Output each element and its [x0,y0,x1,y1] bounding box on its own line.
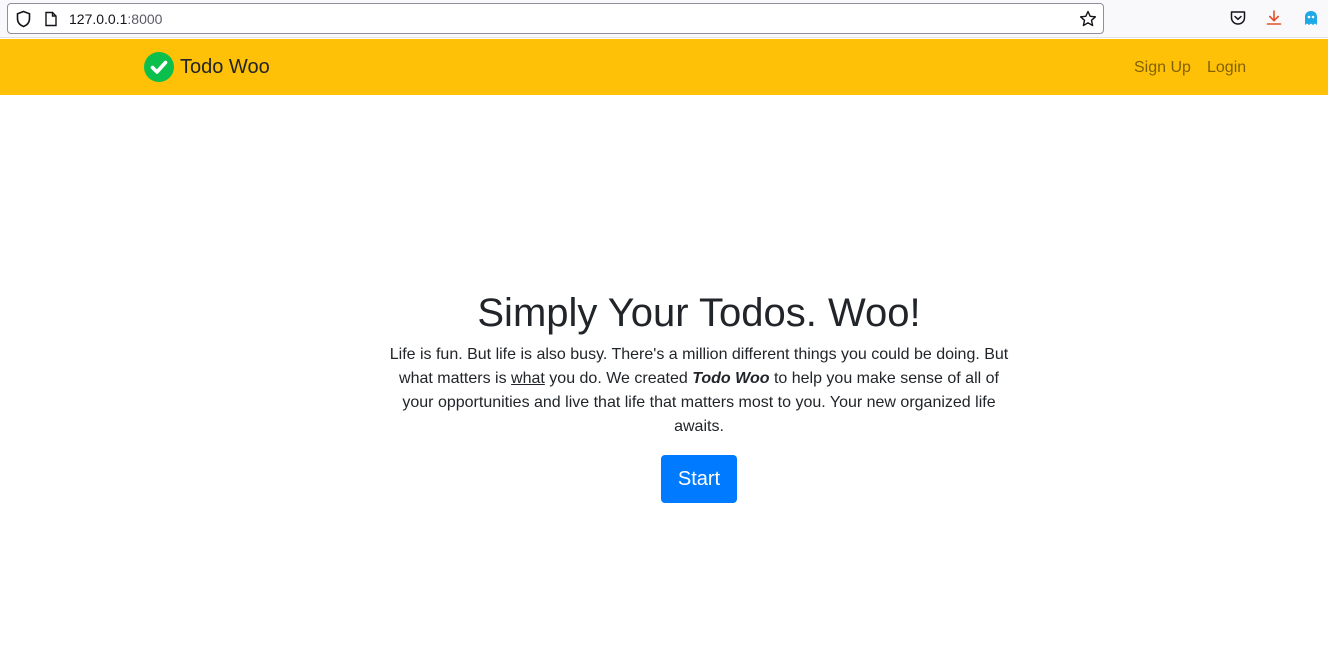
hero-text-underlined: what [511,370,545,387]
url-port: :8000 [127,11,163,27]
browser-toolbar: 127.0.0.1:8000 [0,0,1328,38]
address-bar[interactable]: 127.0.0.1:8000 [7,3,1104,34]
hero-section: Simply Your Todos. Woo! Life is fun. But… [0,95,1328,646]
star-icon[interactable] [1079,10,1097,33]
hero-description: Life is fun. But life is also busy. Ther… [384,343,1014,439]
brand-link[interactable]: Todo Woo [180,55,270,79]
hero-text-brand: Todo Woo [692,370,770,387]
shield-icon[interactable] [15,10,32,33]
page-icon [44,11,58,32]
download-icon[interactable] [1265,9,1283,32]
hero-text-part2: you do. We created [544,370,693,387]
start-button[interactable]: Start [661,455,737,503]
pocket-icon[interactable] [1229,9,1247,32]
url-host: 127.0.0.1 [69,11,128,27]
url-text[interactable]: 127.0.0.1:8000 [69,11,162,28]
navbar: Todo Woo Sign Up Login [0,39,1328,95]
signup-link[interactable]: Sign Up [1134,58,1191,77]
check-circle-icon[interactable] [144,52,174,82]
hero-title: Simply Your Todos. Woo! [477,291,921,335]
login-link[interactable]: Login [1207,58,1246,77]
ghost-extension-icon[interactable] [1302,9,1320,32]
